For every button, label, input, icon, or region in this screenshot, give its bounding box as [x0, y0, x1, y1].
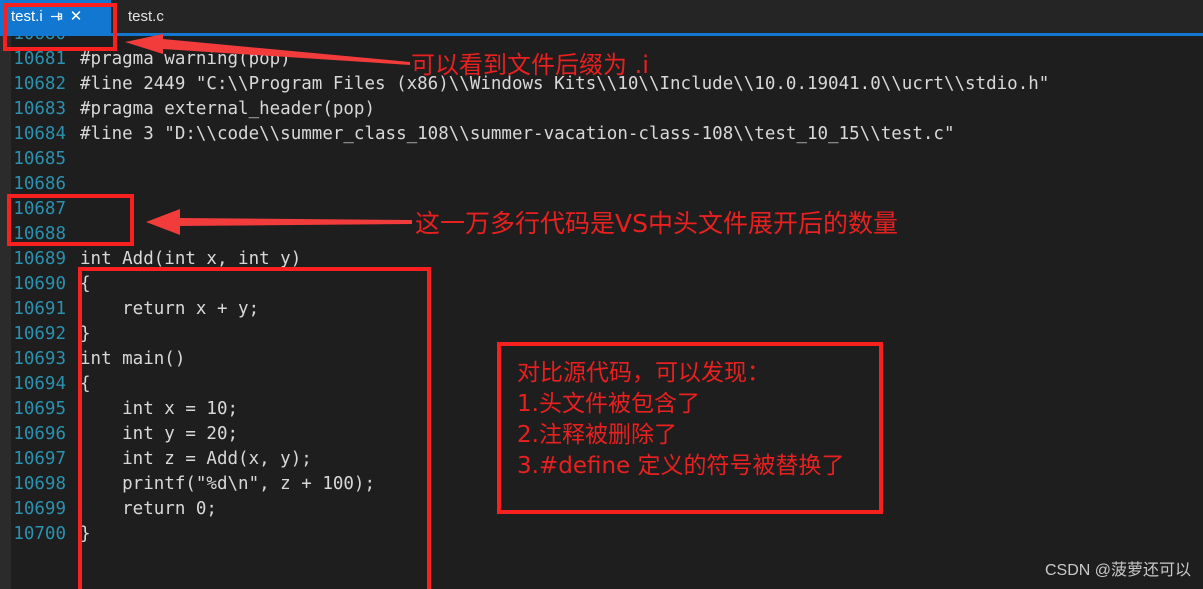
tab-test-i[interactable]: test.i ✕	[0, 0, 111, 33]
line-text: }	[80, 524, 91, 544]
line-number: 10688	[13, 224, 66, 244]
line-text: {	[80, 274, 91, 294]
line-number: 10687	[13, 199, 66, 219]
annotation-note-line-count: 这一万多行代码是VS中头文件展开后的数量	[415, 209, 898, 238]
code-line: 10691 return x + y;	[0, 297, 1203, 322]
line-number: 10686	[13, 174, 66, 194]
code-line: 10690 {	[0, 272, 1203, 297]
line-text: int x = 10;	[80, 399, 239, 419]
line-number: 10696	[13, 424, 66, 444]
editor-tab-bar: test.i ✕ test.c	[0, 0, 1203, 33]
line-number: 10699	[13, 499, 66, 519]
close-icon[interactable]: ✕	[70, 9, 83, 24]
code-line: 10680	[0, 36, 1203, 47]
line-text: int y = 20;	[80, 424, 239, 444]
code-line: 10683 #pragma external_header(pop)	[0, 97, 1203, 122]
line-number: 10694	[13, 374, 66, 394]
line-number: 10700	[13, 524, 66, 544]
line-number: 10685	[13, 149, 66, 169]
line-number: 10691	[13, 299, 66, 319]
tab-label: test.i	[11, 8, 43, 25]
line-text: int Add(int x, int y)	[80, 249, 302, 269]
line-number: 10681	[13, 49, 66, 69]
line-text: return 0;	[80, 499, 217, 519]
line-number: 10683	[13, 99, 66, 119]
code-line: 10686	[0, 172, 1203, 197]
line-number: 10693	[13, 349, 66, 369]
note-line: 1.头文件被包含了	[517, 391, 700, 417]
tab-label: test.c	[128, 8, 164, 25]
line-number: 10698	[13, 474, 66, 494]
line-text: }	[80, 324, 91, 344]
code-line: 10684 #line 3 "D:\\code\\summer_class_108…	[0, 122, 1203, 147]
watermark: CSDN @菠萝还可以	[1044, 562, 1191, 579]
line-text: printf("%d\n", z + 100);	[80, 474, 376, 494]
annotation-note-box-findings: 对比源代码，可以发现： 1.头文件被包含了 2.注释被删除了 3.#define…	[497, 342, 883, 514]
line-number: 10680	[0, 36, 72, 47]
annotation-note-tab-suffix: 可以看到文件后缀为 .i	[411, 51, 649, 79]
note-line: 2.注释被删除了	[517, 422, 677, 448]
line-number: 10692	[13, 324, 66, 344]
line-text: int main()	[80, 349, 186, 369]
line-number: 10689	[13, 249, 66, 269]
line-text: return x + y;	[80, 299, 260, 319]
pin-icon[interactable]	[50, 10, 63, 23]
line-text: #line 3 "D:\\code\\summer_class_108\\sum…	[80, 124, 955, 144]
vscode-window: test.i ✕ test.c 10680 10681 #pragma warnin…	[0, 0, 1203, 589]
line-text: #pragma warning(pop)	[80, 49, 291, 69]
line-number: 10695	[13, 399, 66, 419]
note-line: 3.#define 定义的符号被替换了	[517, 453, 845, 479]
line-text: int z = Add(x, y);	[80, 449, 312, 469]
line-text: #pragma external_header(pop)	[80, 99, 376, 119]
line-number: 10697	[13, 449, 66, 469]
code-line: 10689 int Add(int x, int y)	[0, 247, 1203, 272]
line-number: 10684	[13, 124, 66, 144]
line-number: 10690	[13, 274, 66, 294]
code-line: 10685	[0, 147, 1203, 172]
note-line: 对比源代码，可以发现：	[517, 360, 770, 386]
line-number: 10682	[13, 74, 66, 94]
line-text: {	[80, 374, 91, 394]
tab-test-c[interactable]: test.c	[111, 0, 173, 33]
code-line: 10700}	[0, 522, 1203, 547]
